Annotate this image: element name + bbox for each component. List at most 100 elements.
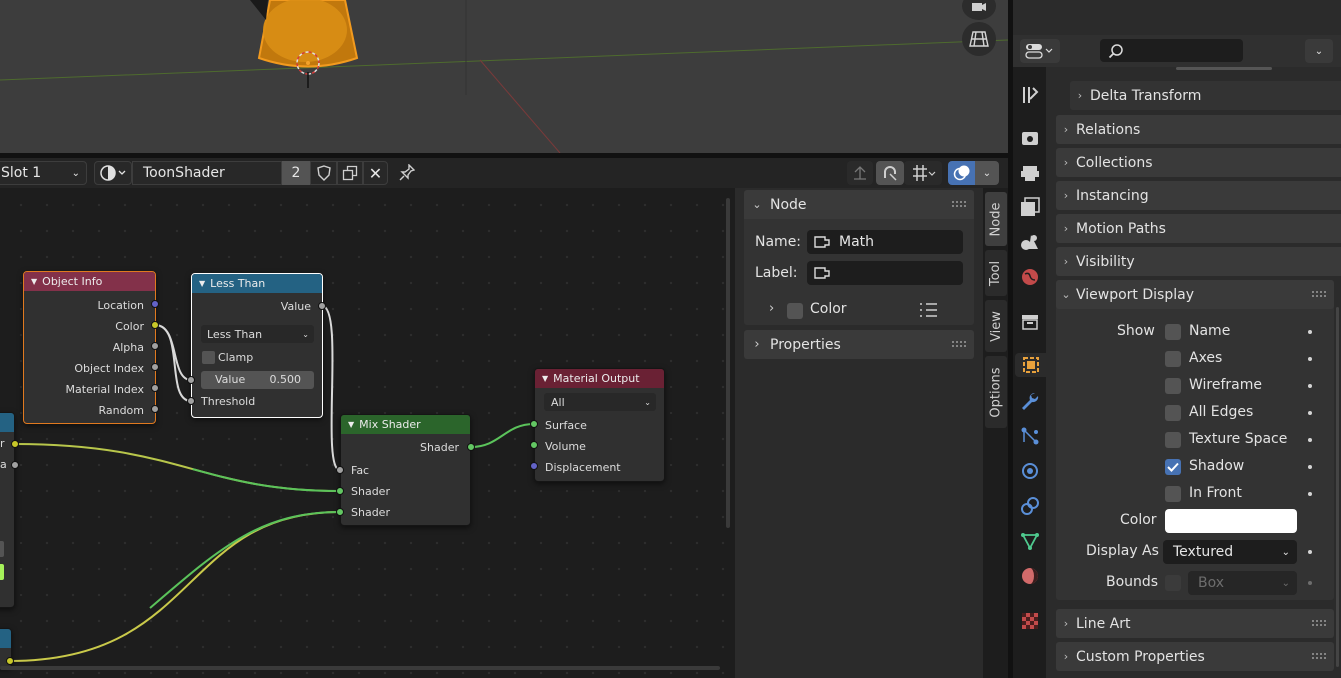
axes-checkbox[interactable] <box>1165 351 1181 367</box>
collapse-icon[interactable]: ▼ <box>199 279 205 288</box>
display-as-dropdown[interactable]: Textured ⌄ <box>1163 540 1297 564</box>
shadow-checkbox[interactable] <box>1165 459 1181 475</box>
node-editor-canvas[interactable]: r a ▼ Object Info Location Color Alpha Ob… <box>0 188 735 678</box>
socket-fac-in[interactable] <box>336 466 344 474</box>
socket-output[interactable] <box>11 461 19 469</box>
tab-output[interactable] <box>1018 161 1042 185</box>
use-custom-color-checkbox[interactable] <box>787 303 803 319</box>
collapse-icon[interactable]: ▼ <box>542 374 548 383</box>
socket-surface-in[interactable] <box>530 420 538 428</box>
panel-visibility[interactable]: › Visibility <box>1056 247 1341 276</box>
socket-displacement-in[interactable] <box>530 462 538 470</box>
collapse-icon[interactable]: ▼ <box>348 420 354 429</box>
color-swatch[interactable] <box>1165 509 1297 533</box>
keyframe-dot[interactable] <box>1308 550 1312 554</box>
keyframe-dot[interactable] <box>1308 330 1312 334</box>
bounds-type-dropdown[interactable]: Box ⌄ <box>1188 571 1297 595</box>
partial-node-field[interactable] <box>0 541 4 557</box>
keyframe-dot[interactable] <box>1308 357 1312 361</box>
panel-motion-paths[interactable]: › Motion Paths <box>1056 214 1341 243</box>
drag-handle-icon[interactable] <box>1311 619 1326 627</box>
tab-world[interactable] <box>1018 265 1042 289</box>
wireframe-checkbox[interactable] <box>1165 378 1181 394</box>
node-label-field[interactable] <box>807 261 963 285</box>
browse-material-button[interactable] <box>94 161 132 185</box>
overlays-toggle-button[interactable] <box>948 161 975 185</box>
less-than-node[interactable]: ▼ Less Than Value Less Than ⌄ Clamp Value… <box>191 273 323 418</box>
socket-shader-in-2[interactable] <box>336 508 344 516</box>
new-material-button[interactable] <box>337 161 363 185</box>
socket-shader-in-1[interactable] <box>336 487 344 495</box>
in-front-checkbox[interactable] <box>1165 486 1181 502</box>
keyframe-dot[interactable] <box>1308 384 1312 388</box>
tab-physics[interactable] <box>1018 459 1042 483</box>
color-subpanel[interactable]: › Color <box>749 298 971 322</box>
bounds-checkbox[interactable] <box>1165 575 1181 591</box>
properties-scrollbar[interactable] <box>1336 307 1339 667</box>
tab-tool[interactable]: Tool <box>985 250 1007 296</box>
value-field[interactable]: Value 0.500 <box>201 371 314 389</box>
snap-mode-dropdown[interactable] <box>904 161 942 185</box>
target-dropdown[interactable]: All ⌄ <box>544 393 656 411</box>
vertical-scrollbar[interactable] <box>726 198 730 528</box>
panel-custom-properties[interactable]: › Custom Properties <box>1056 642 1334 671</box>
drag-handle-icon[interactable] <box>951 200 966 208</box>
all-edges-checkbox[interactable] <box>1165 405 1181 421</box>
material-name-field[interactable]: ToonShader <box>132 161 282 185</box>
tab-data[interactable] <box>1018 529 1042 553</box>
tab-particles[interactable] <box>1018 424 1042 448</box>
socket-shader-out[interactable] <box>467 443 475 451</box>
unlink-button[interactable]: ✕ <box>363 161 388 185</box>
operation-dropdown[interactable]: Less Than ⌄ <box>201 325 314 343</box>
tab-view[interactable]: View <box>985 300 1007 352</box>
socket-output[interactable] <box>11 440 19 448</box>
partial-node-color-field[interactable] <box>0 564 4 580</box>
user-count-button[interactable]: 2 <box>282 161 310 185</box>
socket-value-out[interactable] <box>318 302 326 310</box>
tab-node[interactable]: Node <box>985 192 1007 246</box>
properties-options-dropdown[interactable]: ⌄ <box>1305 39 1333 63</box>
tab-options[interactable]: Options <box>985 356 1007 428</box>
properties-panel-header[interactable]: › Properties <box>744 330 974 359</box>
panel-collections[interactable]: › Collections <box>1056 148 1341 177</box>
panel-viewport-display[interactable]: ⌄ Viewport Display <box>1056 280 1334 309</box>
fake-user-button[interactable] <box>310 161 337 185</box>
drag-handle-icon[interactable] <box>951 340 966 348</box>
clamp-checkbox[interactable] <box>202 351 215 364</box>
tab-render[interactable] <box>1018 126 1042 150</box>
keyframe-dot[interactable] <box>1308 438 1312 442</box>
socket-random[interactable] <box>151 405 159 413</box>
socket-value-in[interactable] <box>187 376 195 384</box>
editor-type-dropdown[interactable] <box>1020 39 1060 63</box>
pin-button[interactable] <box>396 163 418 183</box>
overlays-dropdown[interactable]: ⌄ <box>975 161 999 185</box>
texture-space-checkbox[interactable] <box>1165 432 1181 448</box>
keyframe-dot[interactable] <box>1308 465 1312 469</box>
horizontal-scrollbar[interactable] <box>0 666 720 670</box>
socket-location[interactable] <box>151 300 159 308</box>
tab-view-layer[interactable] <box>1018 195 1042 219</box>
3d-viewport[interactable] <box>0 0 1008 153</box>
material-output-node[interactable]: ▼ Material Output All ⌄ Surface Volume Di… <box>534 368 665 482</box>
keyframe-dot[interactable] <box>1308 411 1312 415</box>
socket-volume-in[interactable] <box>530 441 538 449</box>
socket-color[interactable] <box>151 321 159 329</box>
tab-material[interactable] <box>1018 564 1042 588</box>
panel-relations[interactable]: › Relations <box>1056 115 1341 144</box>
collapse-icon[interactable]: ▼ <box>31 277 37 286</box>
drag-handle-icon[interactable] <box>1311 290 1326 298</box>
panel-line-art[interactable]: › Line Art <box>1056 609 1334 638</box>
node-name-field[interactable]: Math <box>807 230 963 254</box>
tab-modifiers[interactable] <box>1018 389 1042 413</box>
socket-material-index[interactable] <box>151 384 159 392</box>
tab-texture[interactable] <box>1018 609 1042 633</box>
mix-shader-node[interactable]: ▼ Mix Shader Shader Fac Shader Shader <box>340 414 471 526</box>
keyframe-dot[interactable] <box>1308 492 1312 496</box>
properties-search-input[interactable] <box>1100 39 1243 62</box>
tab-scene[interactable] <box>1018 230 1042 254</box>
slot-dropdown[interactable]: Slot 1 ⌄ <box>0 161 87 185</box>
parent-node-tree-button[interactable] <box>847 161 873 185</box>
panel-instancing[interactable]: › Instancing <box>1056 181 1341 210</box>
socket-alpha[interactable] <box>151 342 159 350</box>
panel-delta-transform[interactable]: › Delta Transform <box>1070 81 1341 110</box>
